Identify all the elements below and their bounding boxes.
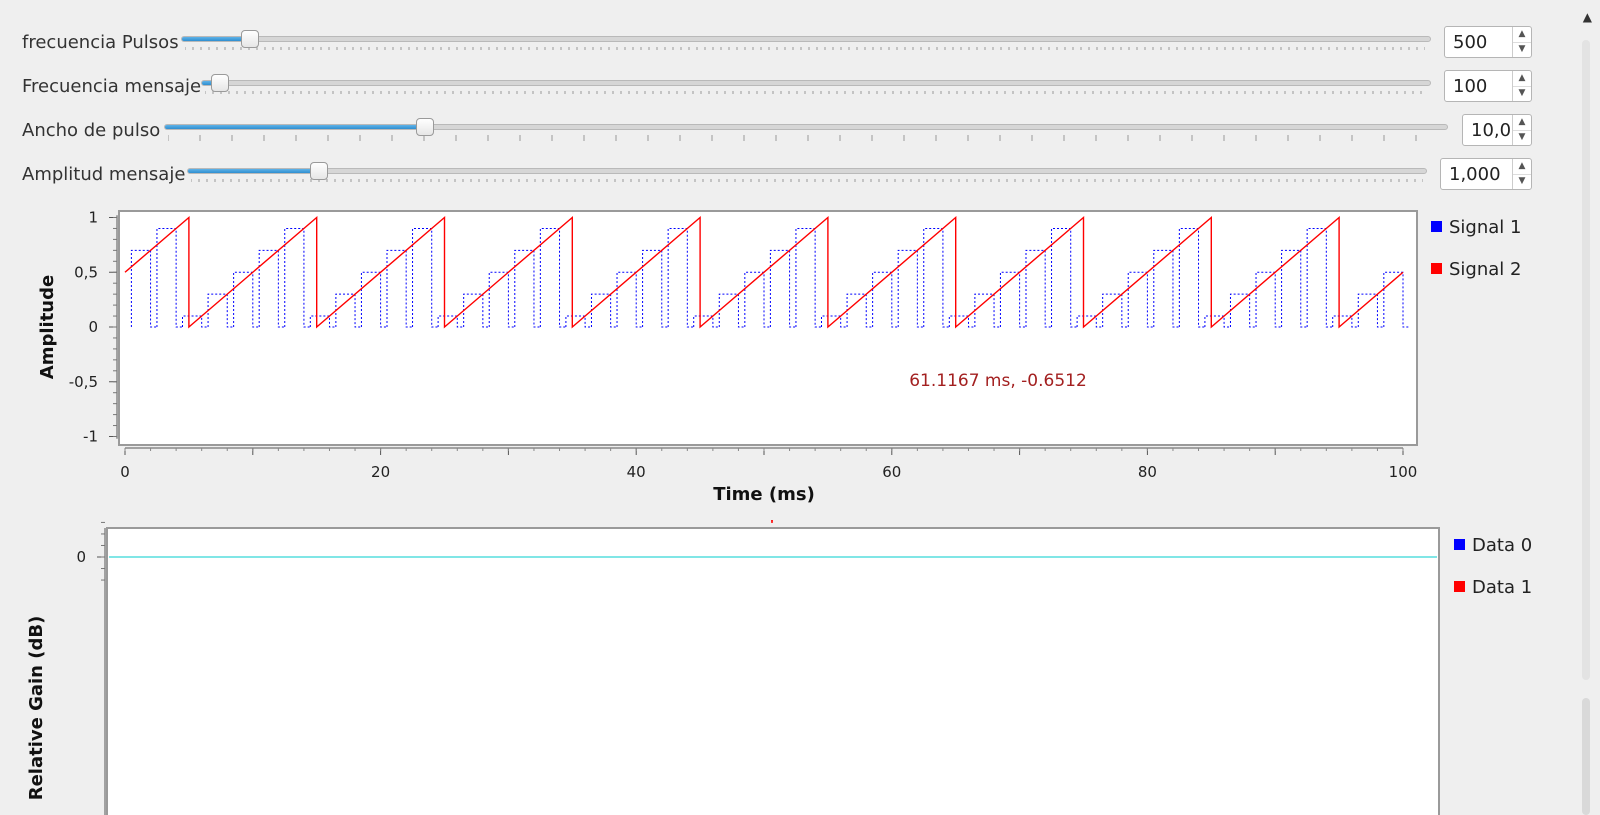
frequency-domain-plot[interactable]: 0-20-40-60-80-100 Relative Gain (dB): [0, 520, 1445, 815]
data-1-line: [771, 520, 773, 523]
spinbox-buttons: ▲ ▼: [1512, 115, 1531, 145]
legend-label: Signal 2: [1449, 259, 1522, 280]
slider-track[interactable]: [187, 162, 1427, 180]
slider-label: Ancho de pulso: [22, 120, 161, 141]
legend-swatch: [1454, 539, 1465, 550]
slider-row-ancho-de-pulso: Ancho de pulso 10,0 ▲ ▼: [0, 110, 1560, 150]
slider-handle[interactable]: [211, 74, 229, 92]
y-axis-label: Amplitude: [37, 275, 58, 379]
spin-up-icon[interactable]: ▲: [1513, 159, 1531, 175]
slider-row-frecuencia-pulsos: frecuencia Pulsos 500 ▲ ▼: [0, 22, 1560, 62]
legend-label: Data 1: [1472, 577, 1533, 598]
spinbox-value[interactable]: 10,0: [1471, 120, 1511, 141]
spin-down-icon[interactable]: ▼: [1513, 174, 1531, 189]
legend-signal-1[interactable]: Signal 1: [1431, 217, 1521, 238]
scroll-thumb[interactable]: [1582, 698, 1590, 815]
slider-ticks: [168, 135, 1417, 141]
slider-track[interactable]: [164, 118, 1448, 136]
legend-swatch: [1454, 581, 1465, 592]
y-tick-label: 0,5: [74, 263, 98, 281]
spinbox-value[interactable]: 100: [1453, 76, 1487, 97]
spin-down-icon[interactable]: ▼: [1513, 130, 1531, 145]
legend-data-1[interactable]: Data 1: [1454, 577, 1532, 598]
slider-label: Amplitud mensaje: [22, 164, 186, 185]
slider-label: Frecuencia mensaje: [22, 76, 202, 97]
slider-ticks: [191, 179, 1423, 182]
x-tick-label: 60: [882, 463, 901, 481]
x-tick-label: 0: [120, 463, 130, 481]
slider-track[interactable]: [181, 30, 1431, 48]
legend-signal-2[interactable]: Signal 2: [1431, 259, 1521, 280]
spinbox-buttons: ▲ ▼: [1512, 27, 1531, 57]
time-domain-plot[interactable]: 1 0,5 0 -0,5 -1 0 20 40 60 80 100 61.1167 ms, -0.…: [0, 200, 1440, 520]
y-tick-label: 1: [88, 209, 98, 227]
spin-up-icon[interactable]: ▲: [1513, 27, 1531, 43]
slider-ticks: [205, 91, 1422, 94]
spinbox-buttons: ▲ ▼: [1512, 71, 1531, 101]
scroll-up-icon[interactable]: ▲: [1583, 10, 1592, 24]
x-axis: 0 20 40 60 80 100: [120, 447, 1418, 481]
legend-swatch: [1431, 263, 1442, 274]
slider-fill: [182, 37, 250, 41]
cursor-readout: 61.1167 ms, -0.6512: [909, 371, 1087, 391]
y-tick-label: -0,5: [69, 373, 98, 391]
x-tick-label: 100: [1389, 463, 1418, 481]
slider-handle[interactable]: [310, 162, 328, 180]
spin-down-icon[interactable]: ▼: [1513, 86, 1531, 101]
spin-down-icon[interactable]: ▼: [1513, 42, 1531, 57]
spinbox-frecuencia-mensaje[interactable]: 100 ▲ ▼: [1444, 70, 1532, 102]
x-tick-label: 80: [1138, 463, 1157, 481]
spinbox-value[interactable]: 500: [1453, 32, 1487, 53]
y-tick-label: 0: [76, 548, 86, 566]
spinbox-ancho-de-pulso[interactable]: 10,0 ▲ ▼: [1462, 114, 1532, 146]
slider-track[interactable]: [201, 74, 1431, 92]
legend-swatch: [1431, 221, 1442, 232]
legend-label: Signal 1: [1449, 217, 1522, 238]
slider-handle[interactable]: [241, 30, 259, 48]
slider-row-amplitud-mensaje: Amplitud mensaje 1,000 ▲ ▼: [0, 154, 1560, 194]
y-axis: 1 0,5 0 -0,5 -1: [69, 209, 118, 446]
scroll-track[interactable]: [1582, 40, 1590, 680]
spin-up-icon[interactable]: ▲: [1513, 115, 1531, 131]
y-tick-label: 0: [88, 318, 98, 336]
slider-handle[interactable]: [416, 118, 434, 136]
series-data-1: [771, 520, 773, 523]
x-tick-label: 20: [371, 463, 390, 481]
x-tick-label: 40: [627, 463, 646, 481]
slider-label: frecuencia Pulsos: [22, 32, 179, 53]
slider-fill: [165, 125, 425, 129]
x-axis-label: Time (ms): [713, 484, 815, 505]
y-tick-label: -1: [83, 428, 98, 446]
plot-canvas: [106, 527, 1440, 815]
slider-row-frecuencia-mensaje: Frecuencia mensaje 100 ▲ ▼: [0, 66, 1560, 106]
spinbox-buttons: ▲ ▼: [1512, 159, 1531, 189]
vertical-scrollbar[interactable]: ▲: [1572, 0, 1600, 815]
spinbox-frecuencia-pulsos[interactable]: 500 ▲ ▼: [1444, 26, 1532, 58]
y-axis: 0-20-40-60-80-100: [76, 521, 106, 815]
plot-canvas: [118, 210, 1418, 446]
legend-label: Data 0: [1472, 535, 1533, 556]
y-axis-label: Relative Gain (dB): [26, 616, 47, 801]
spin-up-icon[interactable]: ▲: [1513, 71, 1531, 87]
legend-data-0[interactable]: Data 0: [1454, 535, 1532, 556]
slider-ticks: [185, 47, 1425, 50]
spinbox-value[interactable]: 1,000: [1449, 164, 1501, 185]
spinbox-amplitud-mensaje[interactable]: 1,000 ▲ ▼: [1440, 158, 1532, 190]
slider-fill: [188, 169, 319, 173]
